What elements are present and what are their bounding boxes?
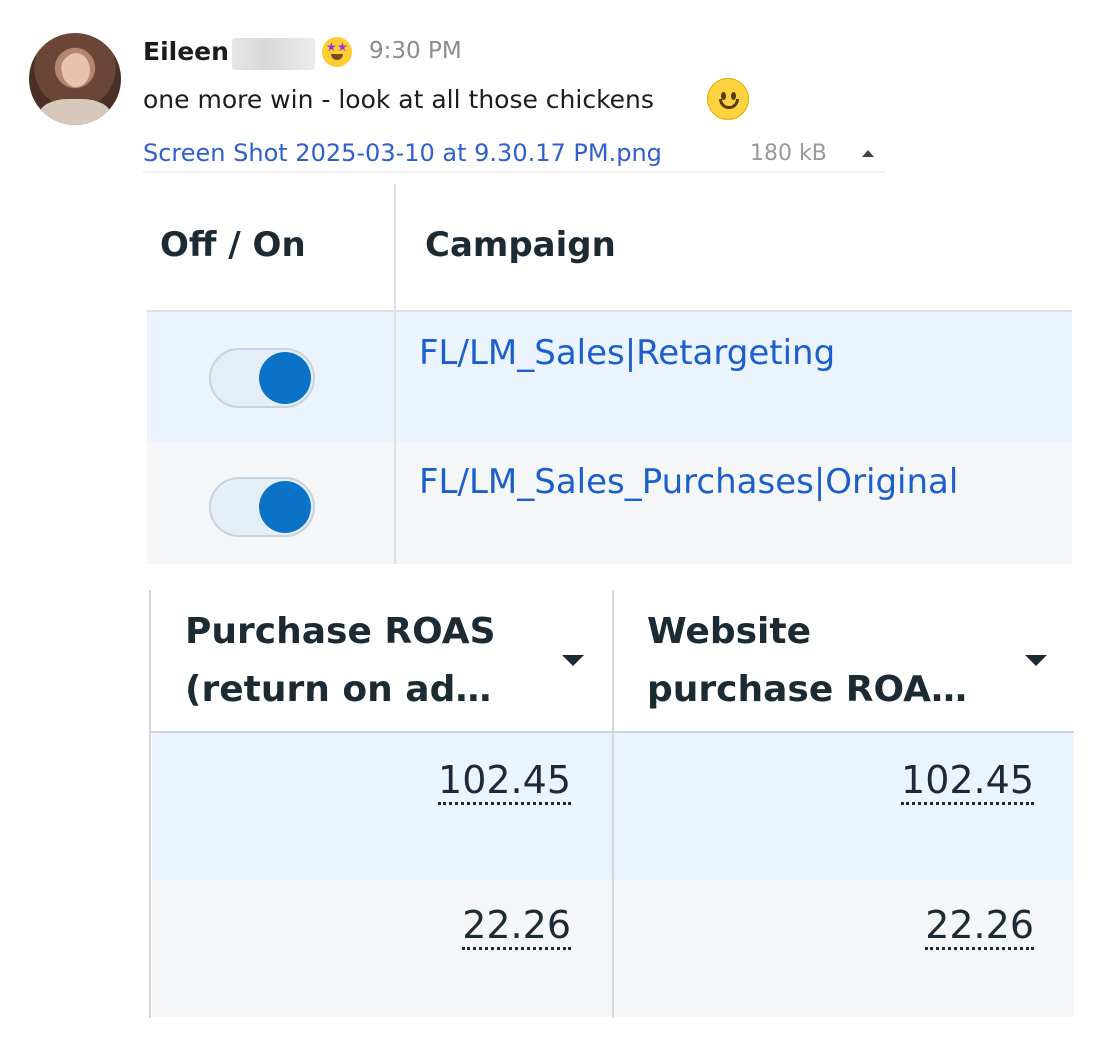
sort-caret-icon[interactable]: [562, 655, 584, 666]
attachment-divider: [143, 171, 885, 173]
emoji-mouth: [331, 54, 343, 60]
column-divider: [149, 590, 151, 1018]
avatar-face: [62, 53, 90, 87]
attachment-file-link[interactable]: Screen Shot 2025-03-10 at 9.30.17 PM.png: [143, 139, 662, 167]
avatar[interactable]: [29, 33, 121, 125]
avatar-shirt: [39, 99, 111, 125]
campaign-toggle[interactable]: [209, 348, 315, 408]
column-header-off-on[interactable]: Off / On: [160, 225, 306, 265]
toggle-knob: [259, 352, 311, 404]
column-divider: [612, 590, 614, 1018]
purchase-roas-value[interactable]: 22.26: [462, 905, 571, 950]
sort-caret-icon[interactable]: [1025, 655, 1047, 666]
campaign-name-link[interactable]: FL/LM_Sales_Purchases|Original: [419, 462, 958, 502]
collapse-attachment-icon[interactable]: [862, 150, 874, 157]
column-header-website-purchase-roas[interactable]: Website purchase ROA…: [647, 603, 967, 719]
campaign-name-link[interactable]: FL/LM_Sales|Retargeting: [419, 333, 835, 373]
message-text: one more win - look at all those chicken…: [143, 85, 654, 114]
emoji-mouth: [719, 99, 739, 109]
column-header-purchase-roas[interactable]: Purchase ROAS (return on ad…: [185, 603, 496, 719]
website-purchase-roas-value[interactable]: 102.45: [901, 760, 1034, 805]
redacted-surname: [232, 38, 315, 70]
header-divider: [147, 310, 1072, 312]
header-divider: [150, 731, 1074, 733]
sender-name[interactable]: Eileen: [143, 37, 229, 66]
campaign-toggle[interactable]: [209, 477, 315, 537]
smiling-face-icon[interactable]: [707, 78, 749, 120]
column-divider: [394, 184, 396, 564]
attachment-file-size: 180 kB: [750, 141, 827, 166]
website-purchase-roas-value[interactable]: 22.26: [925, 905, 1034, 950]
purchase-roas-value[interactable]: 102.45: [438, 760, 571, 805]
message-timestamp[interactable]: 9:30 PM: [369, 38, 462, 64]
star-struck-icon[interactable]: [322, 37, 352, 67]
column-header-campaign[interactable]: Campaign: [425, 225, 616, 265]
toggle-knob: [259, 481, 311, 533]
